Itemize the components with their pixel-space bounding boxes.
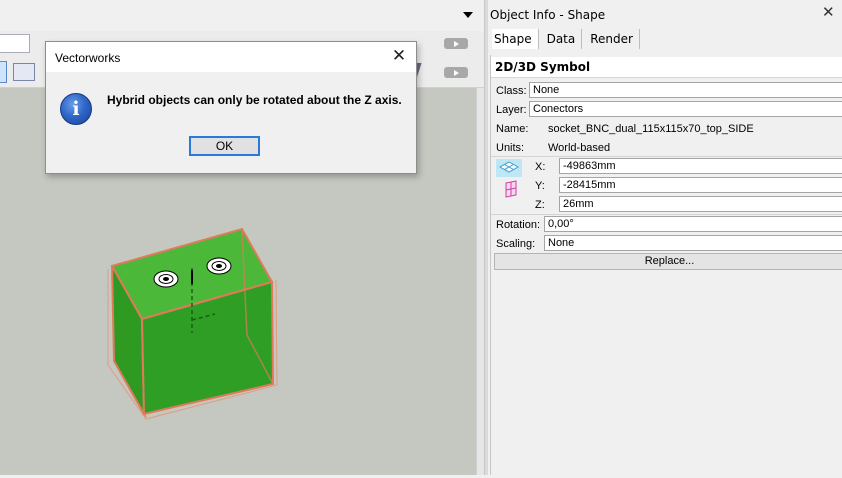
units-value: World-based	[548, 142, 611, 154]
plane-icon[interactable]	[496, 180, 522, 198]
expand-arrow-icon-2[interactable]	[444, 67, 468, 78]
z-field[interactable]: 26mm	[559, 196, 842, 212]
x-field[interactable]: -49863mm	[559, 158, 842, 174]
expand-arrow-icon[interactable]	[444, 38, 468, 49]
y-field[interactable]: -28415mm	[559, 177, 842, 193]
view-dropdown-arrow-icon[interactable]	[463, 12, 473, 18]
close-icon[interactable]: ✕	[389, 46, 409, 66]
palette-content: 2D/3D Symbol Class: None Layer: Conector…	[490, 55, 842, 475]
palette-title: Object Info - Shape	[490, 8, 606, 22]
dialog-message: Hybrid objects can only be rotated about…	[107, 93, 402, 107]
section-header: 2D/3D Symbol	[491, 57, 842, 78]
bnc-socket-left	[153, 270, 179, 288]
view-toolbar	[0, 0, 484, 32]
layer-label: Layer:	[496, 104, 527, 116]
divider	[491, 214, 842, 215]
mode-button[interactable]	[13, 63, 35, 81]
class-dropdown[interactable]: None	[529, 82, 842, 98]
layer-dropdown[interactable]: Conectors	[529, 101, 842, 117]
replace-button[interactable]: Replace...	[494, 253, 842, 270]
palette-tabs: Shape Data Render	[492, 29, 646, 51]
scaling-label: Scaling:	[496, 238, 536, 250]
bnc-socket-right	[206, 257, 232, 275]
close-icon[interactable]: ✕	[822, 3, 835, 21]
tab-data[interactable]: Data	[545, 29, 583, 49]
ok-button[interactable]: OK	[189, 136, 260, 156]
dialog-title: Vectorworks	[55, 51, 121, 65]
x-label: X:	[535, 161, 546, 173]
y-label: Y:	[535, 180, 545, 192]
rotation-field[interactable]: 0,00°	[544, 216, 842, 232]
dialog-titlebar[interactable]: Vectorworks ✕	[46, 42, 416, 72]
3d-view-icon[interactable]	[496, 159, 522, 177]
object-info-palette: Object Info - Shape ✕ Shape Data Render …	[488, 0, 842, 475]
tab-render[interactable]: Render	[588, 29, 640, 49]
name-value: socket_BNC_dual_115x115x70_top_SIDE	[548, 123, 754, 135]
rotation-label: Rotation:	[496, 219, 541, 231]
units-label: Units:	[496, 142, 525, 154]
scaling-dropdown[interactable]: None	[544, 235, 842, 251]
tab-shape[interactable]: Shape	[492, 29, 539, 49]
z-label: Z:	[535, 199, 545, 211]
alert-dialog: Vectorworks ✕ i Hybrid objects can only …	[45, 41, 417, 174]
dialog-body: i	[46, 72, 416, 173]
divider	[491, 156, 842, 157]
section-title: 2D/3D Symbol	[495, 60, 591, 74]
mode-field[interactable]	[0, 34, 30, 53]
mode-button-selected[interactable]	[0, 61, 7, 83]
class-label: Class:	[496, 85, 527, 97]
name-label: Name:	[496, 123, 529, 135]
info-icon: i	[60, 93, 92, 125]
